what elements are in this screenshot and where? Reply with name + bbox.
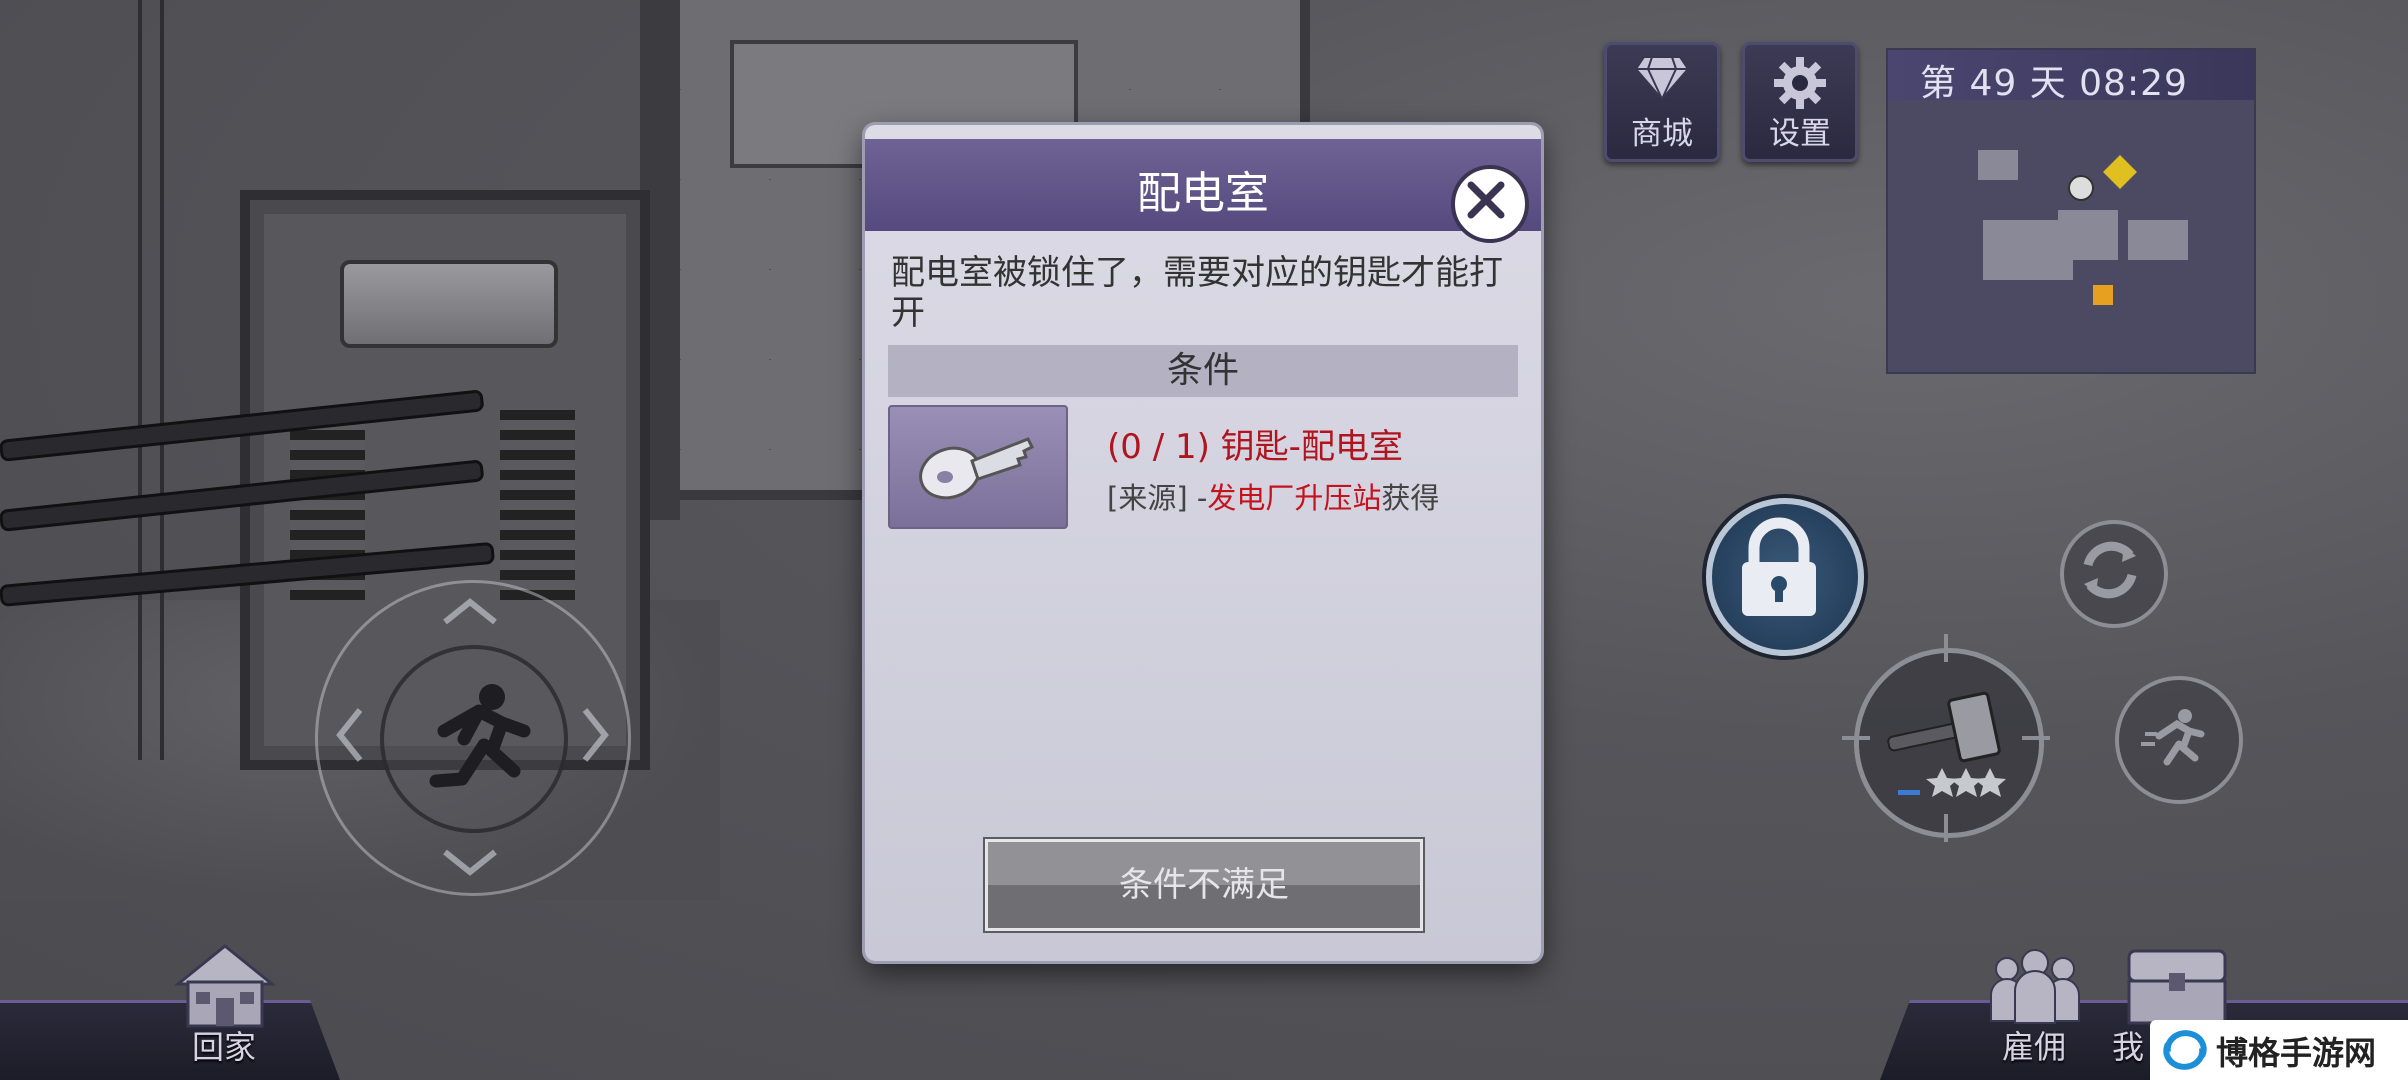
requirement-text: (0 / 1) 钥匙-配电室 <box>1107 427 1403 467</box>
runner-icon <box>429 684 531 788</box>
key-icon <box>919 437 1035 500</box>
diamond-icon <box>1634 56 1690 101</box>
watermark-logo: 博格手游网 <box>2150 1020 2408 1080</box>
map-room <box>2128 220 2188 260</box>
settings-label: 设置 <box>1769 116 1831 152</box>
map-marker <box>2093 285 2113 305</box>
run-icon <box>2141 709 2205 766</box>
me-label[interactable]: 我 <box>2112 1022 2144 1068</box>
lock-icon <box>1742 517 1816 616</box>
chest-icon[interactable] <box>2125 945 2230 1025</box>
machine-grill <box>500 410 575 600</box>
source-text: [来源] -发电厂升压站获得 <box>1107 475 1439 517</box>
watermark-swirl-icon <box>2163 1030 2207 1070</box>
sprint-button[interactable] <box>2115 676 2243 804</box>
source-suffix: 获得 <box>1381 481 1440 515</box>
condition-header: 条件 <box>888 345 1518 397</box>
sync-button[interactable] <box>2060 520 2168 628</box>
day-time-text: 第 49 天 08:29 <box>1920 63 2188 104</box>
chevron-up-icon <box>443 598 497 625</box>
sync-icon <box>2083 541 2137 599</box>
dialog-description: 配电室被锁住了，需要对应的钥匙才能打开 <box>891 253 1503 333</box>
condition-not-met-button[interactable]: 条件不满足 <box>985 839 1423 931</box>
minimap[interactable]: 第 49 天 08:29 <box>1886 48 2256 374</box>
map-marker <box>2068 175 2094 201</box>
key-item-slot[interactable] <box>888 405 1068 529</box>
shop-button[interactable]: 商城 <box>1604 42 1720 162</box>
chevron-right-icon <box>582 708 609 762</box>
crosshair-icon <box>1842 634 2050 842</box>
map-marker <box>2103 155 2137 189</box>
people-icon[interactable] <box>1985 945 2085 1025</box>
room-locked-dialog: 配电室 配电室被锁住了，需要对应的钥匙才能打开 条件 (0 / 1) 钥匙-配电… <box>865 125 1541 961</box>
shop-label: 商城 <box>1631 116 1693 152</box>
chevron-down-icon <box>443 849 497 876</box>
watermark-text: 博格手游网 <box>2216 1034 2377 1072</box>
map-room <box>1978 150 2018 180</box>
hire-label[interactable]: 雇佣 <box>2002 1022 2066 1068</box>
close-icon <box>1467 181 1505 219</box>
gear-icon <box>1774 57 1826 109</box>
machine-tank <box>340 260 558 348</box>
joystick-knob[interactable] <box>380 645 568 833</box>
chevron-left-icon <box>336 708 363 762</box>
iron-bars <box>120 0 180 760</box>
dialog-title: 配电室 <box>1137 168 1269 219</box>
close-button[interactable] <box>1451 165 1529 243</box>
dialog-header: 配电室 <box>865 139 1541 243</box>
house-icon[interactable] <box>170 940 280 1030</box>
map-room <box>2058 210 2118 260</box>
source-prefix: [来源] - <box>1107 481 1208 515</box>
source-place: 发电厂升压站 <box>1207 481 1382 515</box>
minimap-header: 第 49 天 08:29 <box>1888 50 2254 104</box>
settings-button[interactable]: 设置 <box>1742 42 1858 162</box>
home-label[interactable]: 回家 <box>192 1022 256 1068</box>
lock-button[interactable] <box>1706 498 1864 656</box>
